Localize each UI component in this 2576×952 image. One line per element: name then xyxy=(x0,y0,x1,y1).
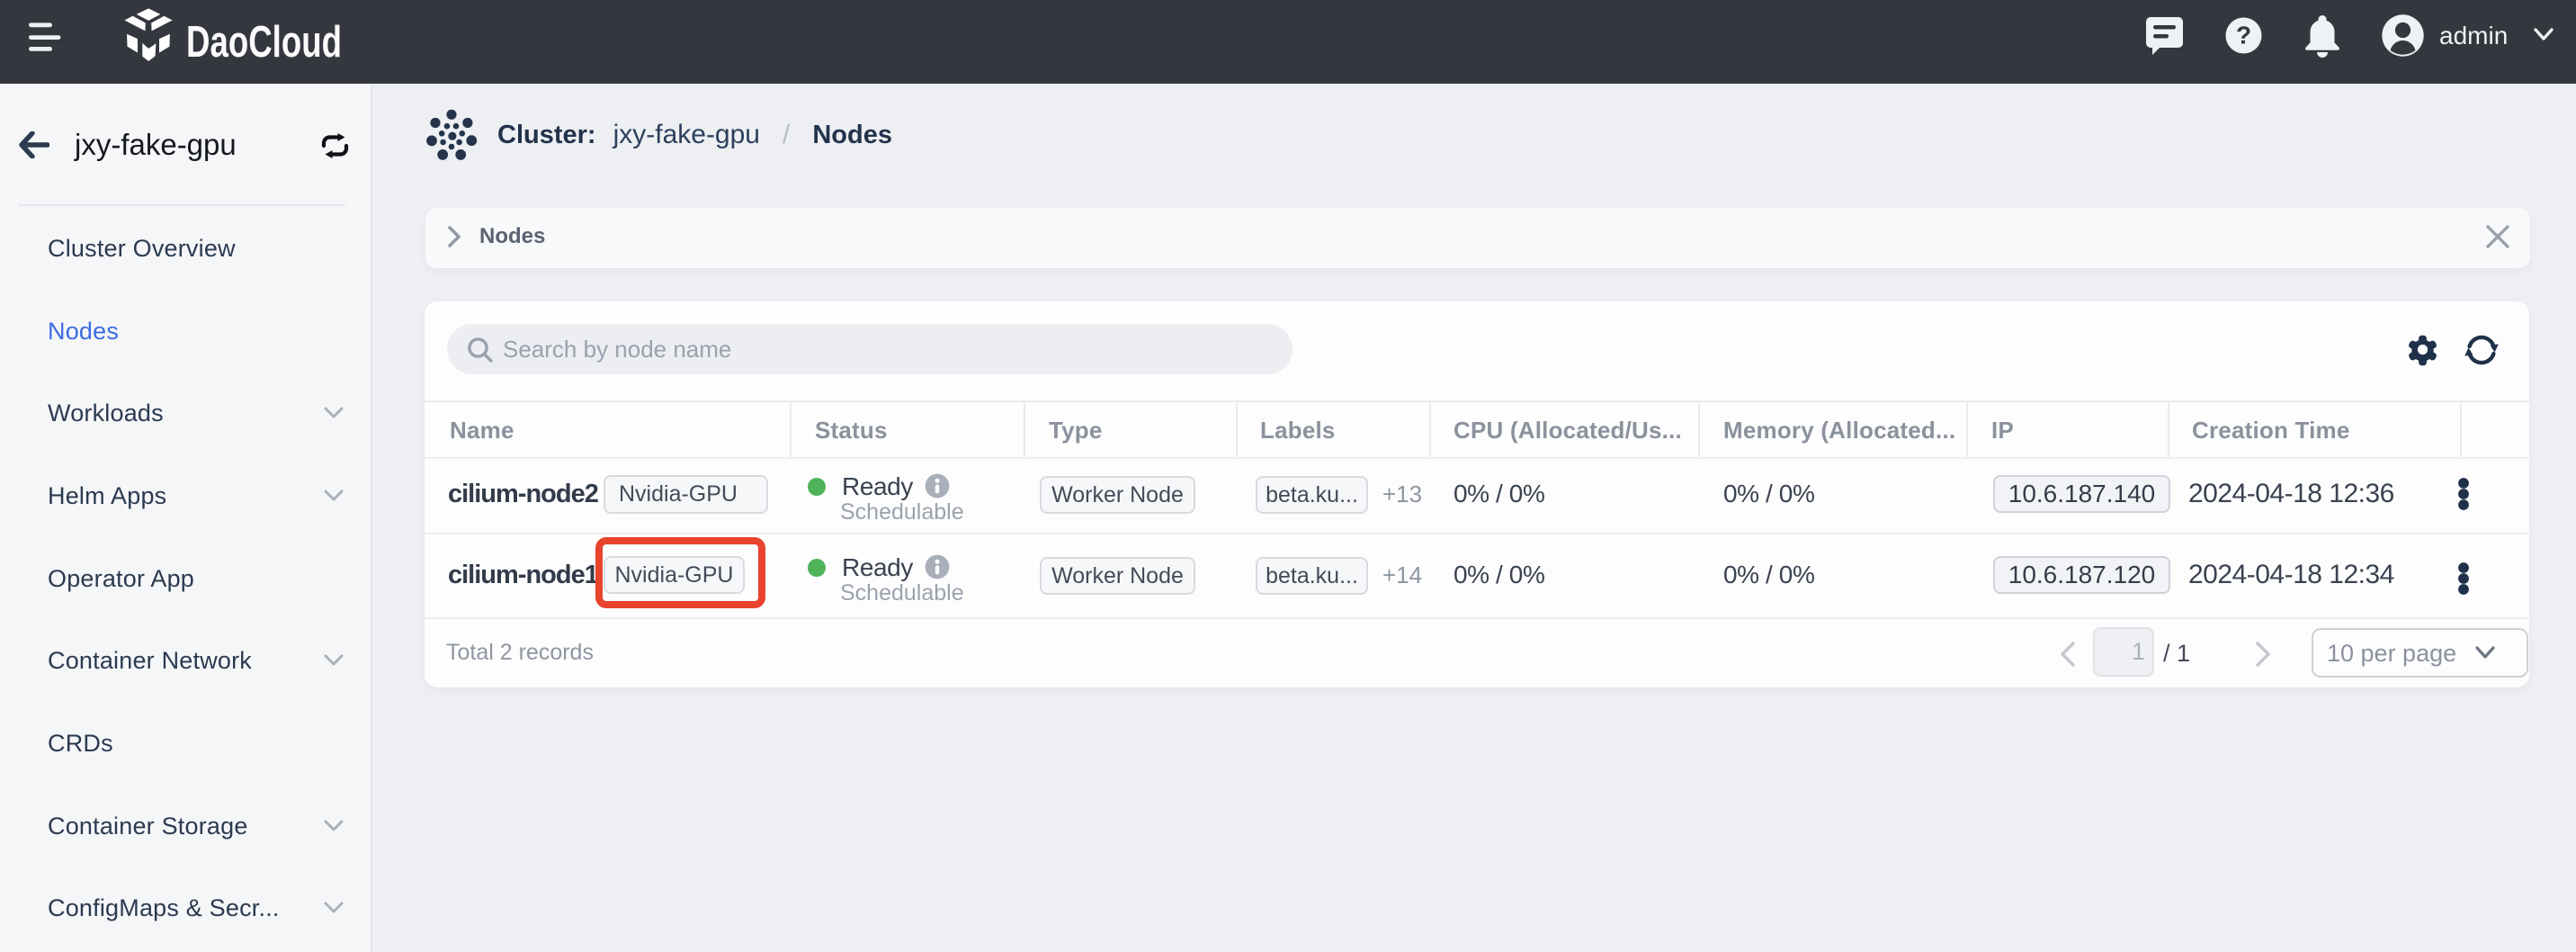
svg-text:?: ? xyxy=(2236,22,2251,49)
svg-text:DaoCloud: DaoCloud xyxy=(186,18,342,67)
